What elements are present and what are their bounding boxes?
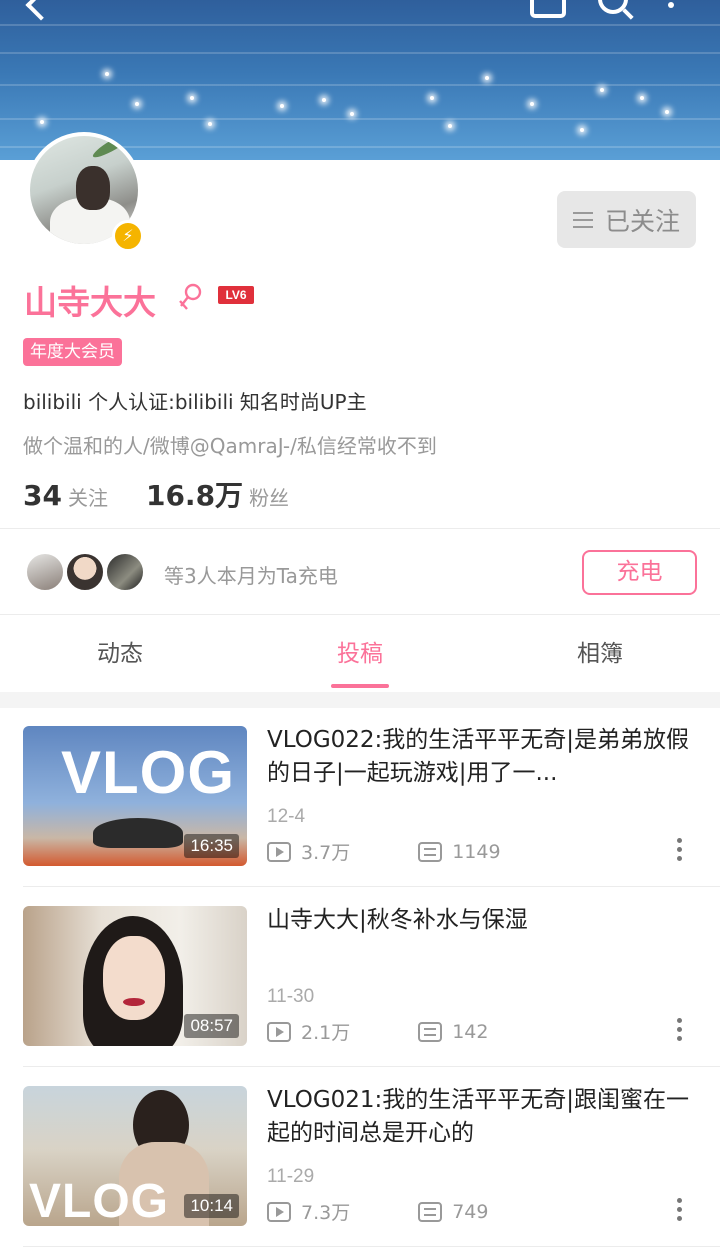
signature-text: 做个温和的人/微博@QamraJ-/私信经常收不到 (23, 434, 437, 458)
charge-text: 等3人本月为Ta充电 (164, 564, 338, 588)
more-icon[interactable] (668, 2, 674, 8)
charger-avatar (25, 552, 65, 592)
profile-banner (0, 0, 720, 160)
tab-album[interactable]: 相簿 (480, 614, 720, 692)
danmaku-count: 1149 (452, 840, 501, 863)
back-icon[interactable] (25, 0, 57, 21)
stats-row: 34 关注 16.8万 粉丝 (23, 474, 327, 514)
verified-icon: ⚡ (112, 220, 144, 252)
level-badge: LV6 (218, 286, 254, 304)
video-item[interactable]: VLOG 10:14 VLOG021:我的生活平平无奇|跟闺蜜在一起的时间总是开… (0, 1068, 720, 1248)
tab-dynamic[interactable]: 动态 (0, 614, 240, 692)
video-title[interactable]: VLOG022:我的生活平平无奇|是弟弟放假的日子|一起玩游戏|用了一... (267, 724, 707, 790)
danmaku-icon (418, 841, 443, 862)
certification-text: bilibili 个人认证:bilibili 知名时尚UP主 (23, 390, 367, 414)
search-icon[interactable] (598, 0, 628, 14)
more-options-icon[interactable] (677, 1198, 683, 1224)
charge-button[interactable]: 充电 (582, 550, 697, 595)
play-count-icon (267, 1021, 291, 1042)
user-name: 山寺大大 (24, 283, 156, 322)
video-duration: 08:57 (184, 1014, 239, 1038)
thumbnail-text: VLOG (61, 739, 236, 806)
video-item[interactable]: VLOG 16:35 VLOG022:我的生活平平无奇|是弟弟放假的日子|一起玩… (0, 708, 720, 888)
divider (0, 528, 720, 529)
following-label[interactable]: 关注 (68, 482, 108, 511)
play-count-icon (267, 841, 291, 862)
video-title[interactable]: 山寺大大|秋冬补水与保湿 (267, 904, 707, 937)
vip-tag[interactable]: 年度大会员 (23, 338, 122, 366)
charger-avatar (65, 552, 105, 592)
divider (23, 1066, 720, 1067)
video-thumbnail[interactable]: VLOG 16:35 (23, 726, 247, 866)
share-icon[interactable] (530, 0, 566, 18)
followers-label[interactable]: 粉丝 (249, 482, 289, 511)
video-meta: 7.3万 749 (267, 1198, 488, 1225)
danmaku-count: 749 (452, 1200, 489, 1223)
menu-icon (572, 211, 593, 228)
video-date: 11-29 (267, 1166, 315, 1187)
more-options-icon[interactable] (677, 1018, 683, 1044)
view-count: 3.7万 (301, 842, 351, 864)
followed-button[interactable]: 已关注 (557, 191, 696, 248)
video-duration: 16:35 (184, 834, 239, 858)
video-title[interactable]: VLOG021:我的生活平平无奇|跟闺蜜在一起的时间总是开心的 (267, 1084, 707, 1150)
view-count: 2.1万 (301, 1022, 351, 1044)
video-duration: 10:14 (184, 1194, 239, 1218)
following-count[interactable]: 34 (23, 479, 62, 512)
divider (23, 886, 720, 887)
charger-avatar (105, 552, 145, 592)
divider (23, 1246, 720, 1247)
female-icon (179, 283, 202, 310)
more-options-icon[interactable] (677, 838, 683, 864)
video-date: 11-30 (267, 986, 315, 1007)
play-count-icon (267, 1201, 291, 1222)
charge-row[interactable]: 等3人本月为Ta充电 充电 (0, 530, 720, 614)
section-gap (0, 692, 720, 708)
video-date: 12-4 (267, 806, 306, 827)
tab-bar: 动态 投稿 相簿 (0, 614, 720, 692)
video-meta: 3.7万 1149 (267, 838, 501, 865)
followed-button-label: 已关注 (604, 206, 680, 236)
view-count: 7.3万 (301, 1202, 351, 1224)
video-thumbnail[interactable]: 08:57 (23, 906, 247, 1046)
video-item[interactable]: 08:57 山寺大大|秋冬补水与保湿 11-30 2.1万 142 (0, 888, 720, 1068)
danmaku-count: 142 (452, 1020, 489, 1043)
danmaku-icon (418, 1021, 443, 1042)
followers-count[interactable]: 16.8万 (146, 474, 243, 514)
video-thumbnail[interactable]: VLOG 10:14 (23, 1086, 247, 1226)
tab-uploads[interactable]: 投稿 (240, 614, 480, 692)
thumbnail-text: VLOG (29, 1175, 170, 1226)
danmaku-icon (418, 1201, 443, 1222)
video-meta: 2.1万 142 (267, 1018, 488, 1045)
